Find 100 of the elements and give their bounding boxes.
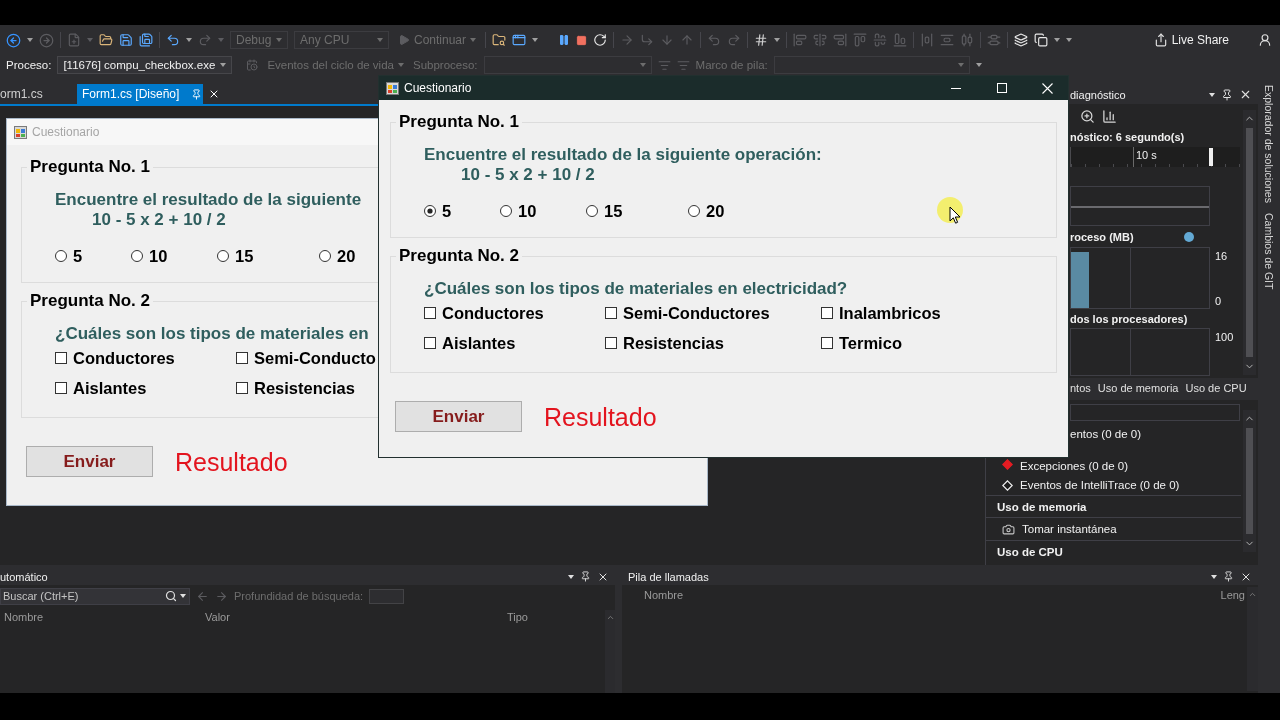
- session-duration: nóstico: 6 segundo(s): [1070, 130, 1185, 145]
- column-header: Valor: [205, 610, 230, 623]
- align-left-icon[interactable]: [793, 33, 808, 47]
- zoom-icon[interactable]: [1080, 108, 1095, 124]
- radio-option[interactable]: 20: [319, 246, 356, 266]
- side-tab[interactable]: Cambios de GIT: [1263, 212, 1275, 290]
- arrow-right-icon[interactable]: [215, 589, 228, 603]
- panel-tab[interactable]: ntos: [1070, 380, 1091, 398]
- align-top-icon[interactable]: [853, 33, 868, 47]
- checkbox-option[interactable]: Semi-Conductores: [605, 303, 770, 323]
- arrow-up-icon[interactable]: [680, 33, 695, 47]
- share-icon: [1153, 33, 1168, 47]
- caret-icon[interactable]: [975, 63, 982, 67]
- distribute-icon[interactable]: [960, 33, 975, 47]
- open-folder-icon[interactable]: [99, 33, 113, 47]
- caret-icon[interactable]: [1211, 574, 1217, 579]
- checkbox-option[interactable]: Aislantes: [424, 333, 516, 353]
- checkbox-option[interactable]: Conductores: [55, 348, 175, 368]
- calendar-icon[interactable]: [246, 59, 259, 71]
- radio-option[interactable]: 10: [131, 246, 168, 266]
- panel-tab[interactable]: Uso de CPU: [1185, 380, 1247, 398]
- checkbox-option[interactable]: Aislantes: [55, 378, 147, 398]
- process-dropdown[interactable]: [11676] compu_checkbox.exe: [57, 56, 233, 74]
- submit-button[interactable]: Enviar: [26, 446, 153, 477]
- checkbox-option[interactable]: Resistencias: [605, 333, 724, 353]
- window-icon[interactable]: [512, 33, 527, 47]
- layers-icon[interactable]: [1014, 33, 1029, 47]
- hash-icon[interactable]: [754, 33, 769, 47]
- result-label: Resultado: [175, 446, 288, 477]
- close-icon: [1042, 82, 1053, 94]
- spacing-icon[interactable]: [920, 33, 935, 47]
- user-icon[interactable]: [1258, 33, 1272, 47]
- axis-label: 16: [1215, 250, 1228, 263]
- group-title: Pregunta No. 1: [29, 157, 151, 177]
- pin-icon[interactable]: [1223, 571, 1234, 582]
- caret-icon[interactable]: [27, 38, 33, 42]
- stop-icon[interactable]: [576, 34, 588, 46]
- document-tab[interactable]: orm1.cs: [0, 84, 70, 104]
- group-title: Pregunta No. 2: [398, 246, 520, 266]
- pause-icon[interactable]: [558, 34, 571, 46]
- panel-tab[interactable]: Uso de memoria: [1097, 380, 1179, 398]
- caret-icon[interactable]: [186, 38, 192, 42]
- align-center-icon[interactable]: [813, 33, 828, 47]
- radio-option[interactable]: 10: [500, 201, 537, 221]
- live-share-button[interactable]: Live Share: [1150, 30, 1232, 50]
- caret-icon: [377, 38, 383, 42]
- filter-icon[interactable]: [657, 58, 671, 72]
- radio-option[interactable]: 15: [217, 246, 254, 266]
- arrow-left-icon[interactable]: [196, 589, 209, 603]
- distribute-icon[interactable]: [987, 33, 1002, 47]
- back-icon[interactable]: [6, 32, 21, 48]
- checkbox-option[interactable]: Resistencias: [236, 378, 355, 398]
- caret-icon[interactable]: [1209, 92, 1215, 97]
- spacing-icon[interactable]: [940, 33, 955, 47]
- caret-icon[interactable]: [532, 38, 539, 42]
- caret-icon[interactable]: [774, 38, 781, 42]
- pointer-icon: [937, 197, 965, 227]
- forward-icon[interactable]: [39, 32, 54, 48]
- radio-option[interactable]: 5: [55, 246, 83, 266]
- bar-chart-icon[interactable]: [1102, 108, 1117, 124]
- scroll-thumb[interactable]: [1246, 128, 1253, 357]
- folder-search-icon[interactable]: [492, 33, 507, 47]
- align-right-icon[interactable]: [833, 33, 848, 47]
- restart-icon[interactable]: [593, 33, 608, 47]
- radio-option[interactable]: 5: [424, 201, 452, 221]
- event-category[interactable]: entos (0 de 0): [1070, 426, 1141, 441]
- align-bottom-icon[interactable]: [893, 33, 908, 47]
- submit-button[interactable]: Enviar: [395, 401, 522, 432]
- chevron-up-icon[interactable]: [605, 613, 615, 622]
- panel-title: diagnóstico: [1070, 88, 1126, 101]
- checkbox-option[interactable]: Conductores: [424, 303, 544, 323]
- align-middle-icon[interactable]: [873, 33, 888, 47]
- axis-label: 0: [1215, 295, 1223, 308]
- column-header: Tipo: [507, 610, 528, 623]
- scroll-thumb[interactable]: [1246, 428, 1253, 534]
- save-all-icon[interactable]: [139, 33, 153, 47]
- save-icon[interactable]: [119, 33, 133, 47]
- question-text: Encuentre el resultado de la siguiente operación:: [424, 145, 822, 165]
- side-tab[interactable]: Explorador de soluciones: [1263, 85, 1275, 203]
- chart-title: dos los procesadores): [1070, 312, 1188, 325]
- caret-icon[interactable]: [568, 574, 574, 579]
- close-icon[interactable]: [1239, 88, 1252, 101]
- search-field[interactable]: [1070, 404, 1240, 421]
- redo-icon[interactable]: [198, 33, 212, 47]
- pin-icon[interactable]: [580, 571, 591, 582]
- new-file-icon[interactable]: [67, 33, 81, 47]
- undo-icon[interactable]: [166, 33, 180, 47]
- pin-icon[interactable]: [1221, 88, 1233, 101]
- redo-icon[interactable]: [727, 33, 742, 47]
- checkbox-option[interactable]: Inalambricos: [821, 303, 941, 323]
- radio-option[interactable]: 20: [688, 201, 725, 221]
- corner-arrow-icon[interactable]: [640, 33, 655, 47]
- radio-option[interactable]: 15: [586, 201, 623, 221]
- filter-icon[interactable]: [676, 58, 690, 72]
- copy-icon[interactable]: [1034, 33, 1049, 47]
- checkbox-option[interactable]: Semi-Conducto: [236, 348, 376, 368]
- checkbox-option[interactable]: Termico: [821, 333, 902, 353]
- snapshot-link[interactable]: Tomar instantánea: [1022, 522, 1117, 536]
- expression-text: 10 - 5 x 2 + 10 / 2: [92, 210, 226, 230]
- chevron-up-icon[interactable]: [1248, 590, 1257, 599]
